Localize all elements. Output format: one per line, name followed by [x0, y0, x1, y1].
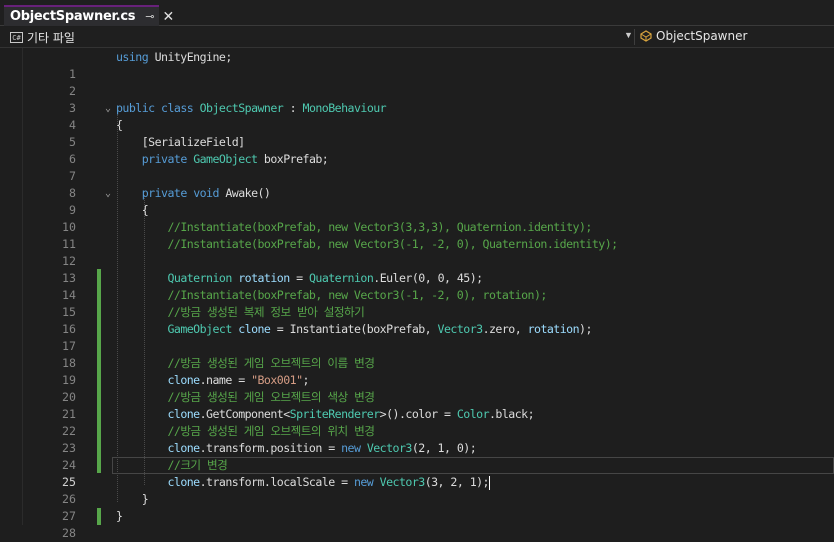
member-dropdown[interactable]: ObjectSpawner	[640, 29, 747, 43]
code-text: }	[116, 492, 149, 506]
code-line[interactable]: 12	[0, 253, 834, 270]
code-line[interactable]: 4{	[0, 117, 834, 134]
code-text: private void Awake()	[141, 186, 271, 200]
line-number: 13	[62, 271, 76, 285]
code-line[interactable]: 23 clone.transform.position = new Vector…	[0, 440, 834, 457]
code-text: //방금 생성된 게임 오브젝트의 이름 변경	[167, 356, 375, 370]
text-caret	[489, 475, 490, 490]
code-text: }	[116, 509, 123, 523]
nav-divider	[634, 29, 635, 45]
code-text: Quaternion rotation = Quaternion.Euler(0…	[167, 271, 483, 285]
code-line[interactable]: 1	[0, 66, 834, 83]
code-text: //방금 생성된 게임 오브젝트의 위치 변경	[167, 424, 375, 438]
code-text: //Instantiate(boxPrefab, new Vector3(-1,…	[167, 288, 547, 302]
code-text: clone.GetComponent<SpriteRenderer>().col…	[167, 407, 535, 421]
line-number: 27	[62, 509, 76, 523]
line-number: 6	[69, 152, 76, 166]
line-number: 25	[62, 475, 76, 489]
code-line[interactable]: 25 clone.transform.localScale = new Vect…	[0, 474, 834, 491]
code-line[interactable]: 20 //방금 생성된 게임 오브젝트의 색상 변경	[0, 389, 834, 406]
code-line[interactable]: 16 GameObject clone = Instantiate(boxPre…	[0, 321, 834, 338]
line-number: 15	[62, 305, 76, 319]
code-line[interactable]: 10 //Instantiate(boxPrefab, new Vector3(…	[0, 219, 834, 236]
code-line[interactable]: 22 //방금 생성된 게임 오브젝트의 위치 변경	[0, 423, 834, 440]
code-text: clone.transform.position = new Vector3(2…	[167, 441, 477, 455]
line-number: 22	[62, 424, 76, 438]
code-line[interactable]: 13 Quaternion rotation = Quaternion.Eule…	[0, 270, 834, 287]
csharp-file-icon: C#	[10, 32, 23, 43]
line-number: 1	[69, 67, 76, 81]
code-text: clone.name = "Box001";	[167, 373, 309, 387]
code-line[interactable]: 28	[0, 525, 834, 542]
code-line[interactable]: 11 //Instantiate(boxPrefab, new Vector3(…	[0, 236, 834, 253]
close-icon[interactable]: ✕	[162, 8, 174, 25]
line-number: 24	[62, 458, 76, 472]
code-line[interactable]: 19 clone.name = "Box001";	[0, 372, 834, 389]
collapse-icon[interactable]: ⌄	[105, 100, 111, 117]
code-line[interactable]: 26 }	[0, 491, 834, 508]
line-number: 18	[62, 356, 76, 370]
navigation-bar: C# 기타 파일 ▼ ObjectSpawner	[0, 27, 834, 48]
document-tab-bar: ObjectSpawner.cs ⊸ ✕	[0, 0, 834, 26]
code-text: clone.transform.localScale = new Vector3…	[167, 475, 490, 490]
line-number: 10	[62, 220, 76, 234]
code-text: using UnityEngine;	[116, 50, 232, 64]
code-text: //크기 변경	[167, 458, 228, 472]
code-line[interactable]: 9 {	[0, 202, 834, 219]
line-number: 16	[62, 322, 76, 336]
code-text: {	[116, 203, 149, 217]
code-text: {	[116, 118, 123, 132]
code-line[interactable]: 2	[0, 83, 834, 100]
line-number: 12	[62, 254, 76, 268]
code-line[interactable]: 6 private GameObject boxPrefab;	[0, 151, 834, 168]
pin-icon[interactable]: ⊸	[145, 10, 154, 23]
line-number: 7	[69, 169, 76, 183]
code-line[interactable]: 8 ⌄ private void Awake()	[0, 185, 834, 202]
line-number: 11	[62, 237, 76, 251]
code-line[interactable]: 18 //방금 생성된 게임 오브젝트의 이름 변경	[0, 355, 834, 372]
code-line[interactable]: 14 //Instantiate(boxPrefab, new Vector3(…	[0, 287, 834, 304]
line-number: 21	[62, 407, 76, 421]
line-number: 17	[62, 339, 76, 353]
line-number: 28	[62, 526, 76, 540]
member-label: ObjectSpawner	[656, 29, 748, 43]
code-line[interactable]: 17	[0, 338, 834, 355]
line-number: 23	[62, 441, 76, 455]
line-number: 20	[62, 390, 76, 404]
line-number: 2	[69, 84, 76, 98]
code-line[interactable]: 15 //방금 생성된 복제 정보 받아 설정하기	[0, 304, 834, 321]
code-line[interactable]: using UnityEngine;	[0, 49, 834, 66]
code-text: //방금 생성된 복제 정보 받아 설정하기	[167, 305, 365, 319]
project-label: 기타 파일	[27, 31, 75, 45]
code-line[interactable]: 27}	[0, 508, 834, 525]
code-line[interactable]: 7	[0, 168, 834, 185]
collapse-icon[interactable]: ⌄	[105, 185, 111, 202]
code-line[interactable]: 5 [SerializeField]	[0, 134, 834, 151]
code-line[interactable]: 21 clone.GetComponent<SpriteRenderer>().…	[0, 406, 834, 423]
code-text: public class ObjectSpawner : MonoBehavio…	[116, 101, 387, 115]
line-number: 8	[69, 186, 76, 200]
code-text: //방금 생성된 게임 오브젝트의 색상 변경	[167, 390, 375, 404]
line-number: 4	[69, 118, 76, 132]
code-editor[interactable]: using UnityEngine; 1 2 3 ⌄ public class Objec…	[0, 48, 834, 540]
line-number: 14	[62, 288, 76, 302]
line-number: 26	[62, 492, 76, 506]
line-number: 19	[62, 373, 76, 387]
line-number: 5	[69, 135, 76, 149]
line-number: 9	[69, 203, 76, 217]
class-icon	[640, 30, 652, 42]
tab-objectspawner[interactable]: ObjectSpawner.cs ⊸ ✕	[4, 5, 174, 26]
line-number: 3	[69, 101, 76, 115]
code-text: GameObject clone = Instantiate(boxPrefab…	[167, 322, 592, 336]
tab-title: ObjectSpawner.cs	[10, 9, 136, 24]
code-text: //Instantiate(boxPrefab, new Vector3(-1,…	[167, 237, 618, 251]
code-text: private GameObject boxPrefab;	[141, 152, 329, 166]
code-text: [SerializeField]	[116, 135, 245, 149]
code-line[interactable]: 24 //크기 변경	[0, 457, 834, 474]
chevron-down-icon[interactable]: ▼	[624, 30, 633, 40]
code-line[interactable]: 3 ⌄ public class ObjectSpawner : MonoBehav…	[0, 100, 834, 117]
code-text: //Instantiate(boxPrefab, new Vector3(3,3…	[167, 220, 592, 234]
project-dropdown[interactable]: C# 기타 파일	[10, 29, 75, 46]
